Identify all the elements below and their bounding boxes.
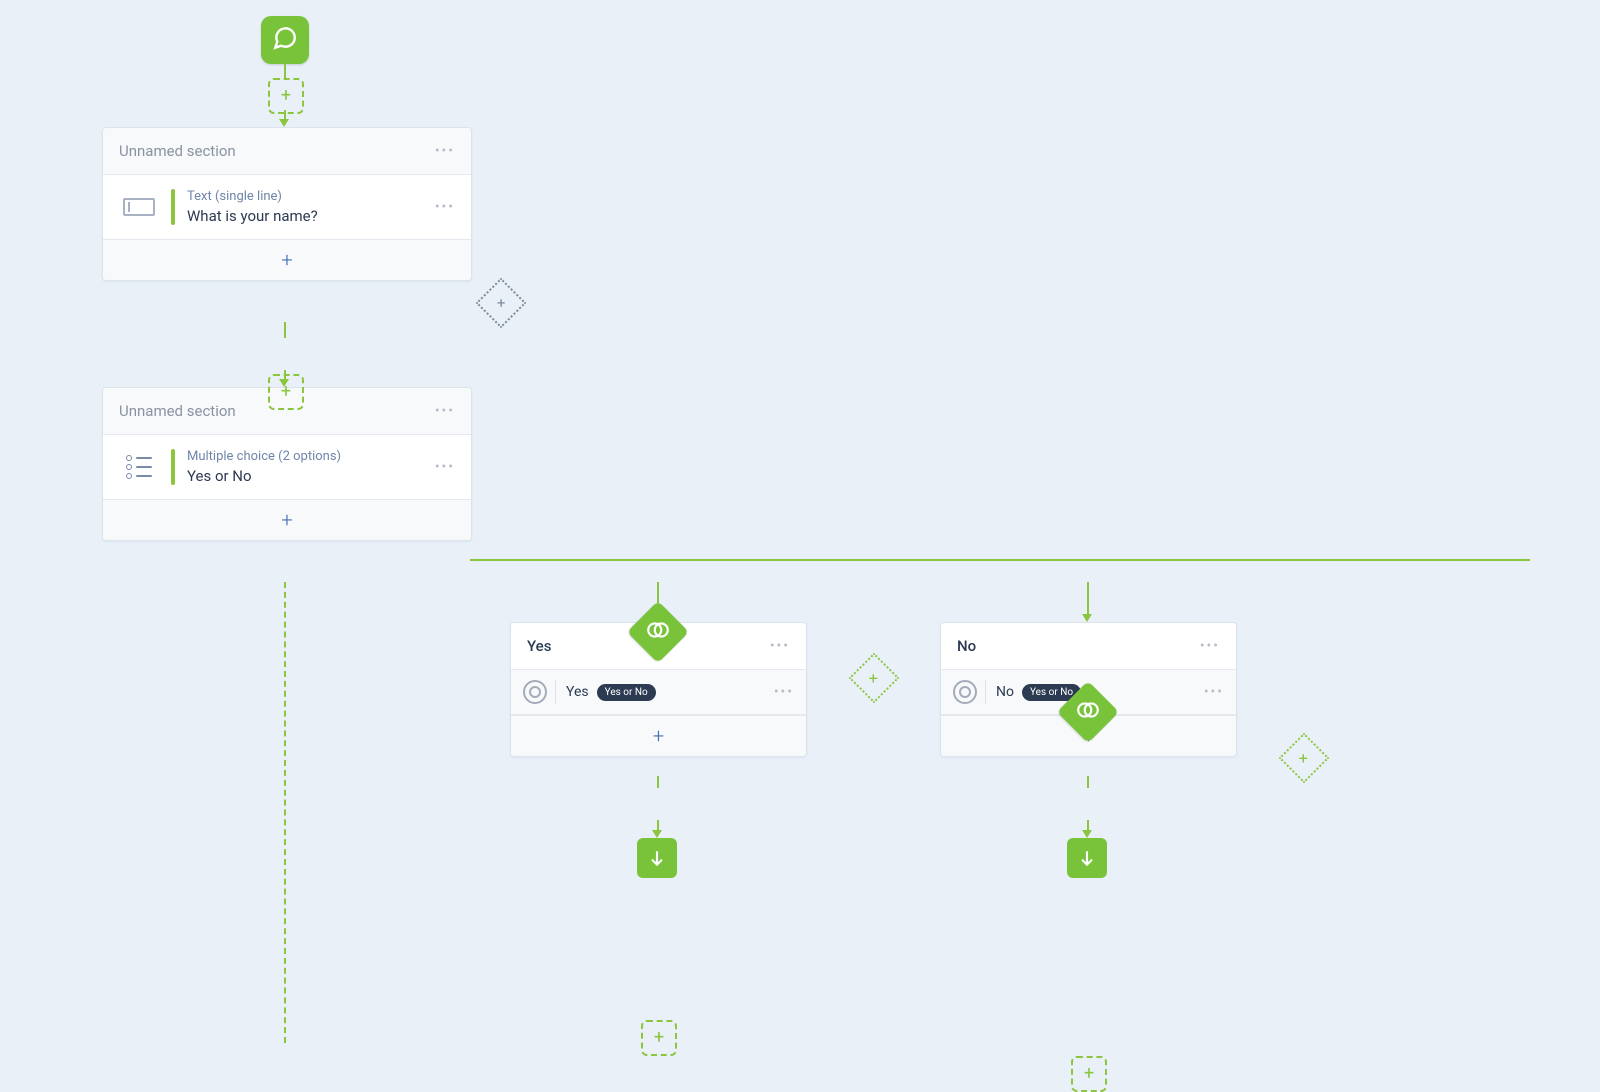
connector-line — [1087, 776, 1089, 788]
branch-add-button[interactable]: + — [511, 715, 806, 756]
connector-line — [284, 64, 286, 78]
start-node[interactable] — [261, 16, 309, 64]
field-row[interactable]: Multiple choice (2 options) Yes or No ••… — [103, 435, 471, 499]
add-step-button[interactable]: + — [268, 78, 304, 114]
more-icon[interactable]: ••• — [774, 684, 794, 700]
radio-icon — [953, 680, 977, 704]
section-title: Unnamed section — [119, 402, 236, 420]
field-type-label: Text (single line) — [187, 189, 435, 204]
chat-icon — [272, 25, 298, 55]
branch-option-row[interactable]: Yes Yes or No ••• — [511, 670, 806, 715]
add-branch-button[interactable]: + — [476, 278, 527, 329]
accent-bar — [171, 189, 175, 225]
branch-header[interactable]: No ••• — [941, 623, 1236, 670]
more-icon[interactable]: ••• — [1200, 638, 1220, 654]
field-row[interactable]: Text (single line) What is your name? ••… — [103, 175, 471, 239]
accent-bar — [171, 449, 175, 485]
connector-line — [1087, 820, 1089, 830]
separator — [555, 680, 556, 704]
more-icon[interactable]: ••• — [435, 403, 455, 419]
arrow-down-icon — [652, 830, 662, 838]
connector-line — [657, 820, 659, 830]
add-step-button[interactable]: + — [641, 1020, 677, 1056]
add-branch-button[interactable]: + — [849, 653, 900, 704]
source-field-pill: Yes or No — [597, 684, 656, 701]
arrow-down-icon — [279, 119, 289, 127]
add-step-button[interactable]: + — [1071, 1056, 1107, 1092]
section-card-1[interactable]: Unnamed section ••• Text (single line) W… — [102, 127, 472, 281]
arrow-down-icon — [1082, 614, 1092, 622]
end-node-yes[interactable] — [637, 838, 677, 878]
connector-line — [284, 322, 286, 338]
section-title: Unnamed section — [119, 142, 236, 160]
add-branch-button[interactable]: + — [1279, 733, 1330, 784]
plus-icon: + — [281, 248, 292, 272]
more-icon[interactable]: ••• — [770, 638, 790, 654]
connector-dashed — [284, 582, 286, 1043]
separator — [985, 680, 986, 704]
section-add-field-button[interactable]: + — [103, 239, 471, 280]
connector-line — [657, 776, 659, 788]
option-label: Yes — [566, 684, 589, 700]
plus-icon: + — [653, 724, 664, 748]
field-question: What is your name? — [187, 207, 435, 225]
end-node-no[interactable] — [1067, 838, 1107, 878]
more-icon[interactable]: ••• — [435, 199, 455, 215]
section-add-field-button[interactable]: + — [103, 499, 471, 540]
plus-icon: + — [281, 508, 292, 532]
venn-icon — [1075, 697, 1101, 727]
radio-icon — [523, 680, 547, 704]
arrow-down-icon — [1082, 830, 1092, 838]
venn-icon — [645, 617, 671, 647]
more-icon[interactable]: ••• — [1204, 684, 1224, 700]
option-label: No — [996, 684, 1014, 700]
section-header[interactable]: Unnamed section ••• — [103, 128, 471, 175]
field-type-label: Multiple choice (2 options) — [187, 449, 435, 464]
more-icon[interactable]: ••• — [435, 459, 455, 475]
more-icon[interactable]: ••• — [435, 143, 455, 159]
section-card-2[interactable]: Unnamed section ••• Multiple choice (2 o… — [102, 387, 472, 541]
text-input-icon — [119, 198, 159, 216]
multiple-choice-icon — [119, 455, 159, 479]
connector-line — [1087, 582, 1089, 614]
add-step-button[interactable]: + — [268, 374, 304, 410]
branch-title: No — [957, 637, 976, 655]
field-question: Yes or No — [187, 467, 435, 485]
connector-hline — [470, 559, 1530, 561]
plus-icon: + — [497, 294, 506, 312]
branch-title: Yes — [527, 637, 551, 655]
